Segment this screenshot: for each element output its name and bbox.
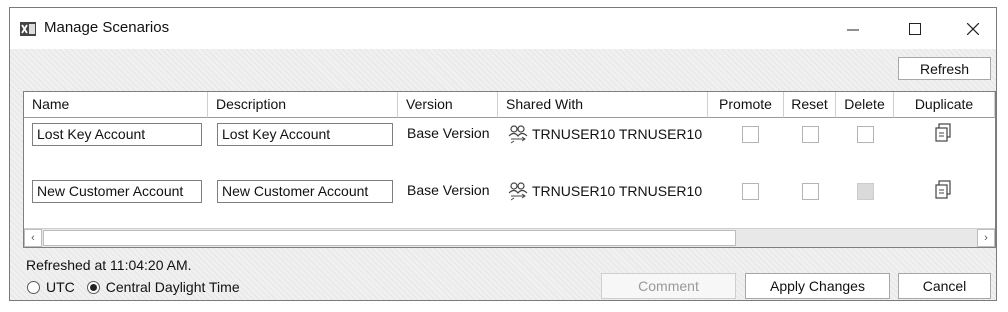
maximize-button[interactable] — [890, 8, 940, 49]
column-header-name[interactable]: Name — [24, 92, 208, 118]
users-share-icon — [508, 182, 528, 201]
horizontal-scrollbar[interactable]: ‹ › — [24, 228, 995, 247]
comment-button[interactable]: Comment — [601, 273, 736, 299]
column-header-reset[interactable]: Reset — [784, 92, 836, 118]
maximize-icon — [909, 22, 921, 35]
column-header-delete[interactable]: Delete — [836, 92, 894, 118]
reset-checkbox[interactable] — [802, 183, 819, 200]
shared-with-cell[interactable]: TRNUSER10 TRNUSER10 — [508, 124, 702, 144]
radio-utc[interactable] — [27, 280, 40, 294]
shared-with-text: TRNUSER10 TRNUSER10 — [532, 183, 703, 199]
excel-x-icon — [20, 22, 36, 36]
radio-central-daylight-time[interactable] — [86, 280, 100, 294]
scenario-version: Base Version — [407, 182, 490, 198]
window-title: Manage Scenarios — [44, 19, 170, 36]
cancel-button[interactable]: Cancel — [898, 273, 991, 299]
reset-checkbox[interactable] — [802, 126, 819, 143]
radio-central-daylight-time-label[interactable]: Central Daylight Time — [106, 279, 240, 295]
minimize-button[interactable] — [828, 8, 878, 49]
scenarios-grid: Name Description Version Shared With Pro… — [23, 91, 996, 248]
column-header-promote[interactable]: Promote — [708, 92, 784, 118]
scenario-description-field[interactable]: New Customer Account — [217, 180, 393, 203]
promote-checkbox[interactable] — [742, 183, 759, 200]
shared-with-cell[interactable]: TRNUSER10 TRNUSER10 — [508, 181, 702, 201]
scroll-left-button[interactable]: ‹ — [24, 229, 42, 247]
radio-selected-dot — [89, 283, 97, 291]
close-icon — [967, 22, 979, 35]
title-bar: Manage Scenarios — [10, 8, 996, 49]
scroll-right-button[interactable]: › — [977, 229, 995, 247]
dialog-body: Refresh Name Description Version Shared … — [10, 49, 996, 300]
apply-changes-button[interactable]: Apply Changes — [745, 273, 890, 299]
users-share-icon — [508, 125, 528, 144]
refresh-button[interactable]: Refresh — [898, 57, 991, 80]
column-header-duplicate[interactable]: Duplicate — [894, 92, 995, 118]
scenario-name-field[interactable]: Lost Key Account — [32, 123, 202, 146]
timezone-selector: UTC Central Daylight Time — [27, 279, 240, 295]
shared-with-text: TRNUSER10 TRNUSER10 — [532, 126, 703, 142]
column-header-description[interactable]: Description — [208, 92, 398, 118]
promote-checkbox[interactable] — [742, 126, 759, 143]
refreshed-status: Refreshed at 11:04:20 AM. — [26, 257, 192, 273]
close-button[interactable] — [948, 8, 998, 49]
duplicate-copy-icon[interactable] — [934, 123, 952, 143]
column-header-shared-with[interactable]: Shared With — [498, 92, 708, 118]
column-header-version[interactable]: Version — [398, 92, 498, 118]
duplicate-copy-icon[interactable] — [934, 180, 952, 200]
minimize-icon — [847, 29, 859, 30]
delete-checkbox-disabled — [857, 183, 874, 200]
scenario-name-field[interactable]: New Customer Account — [32, 180, 202, 203]
scrollbar-thumb[interactable] — [43, 230, 736, 246]
scenario-version: Base Version — [407, 125, 490, 141]
delete-checkbox[interactable] — [857, 126, 874, 143]
manage-scenarios-window: Manage Scenarios Refresh Name Descriptio… — [9, 7, 997, 301]
scenario-description-field[interactable]: Lost Key Account — [217, 123, 393, 146]
radio-utc-label[interactable]: UTC — [46, 279, 75, 295]
